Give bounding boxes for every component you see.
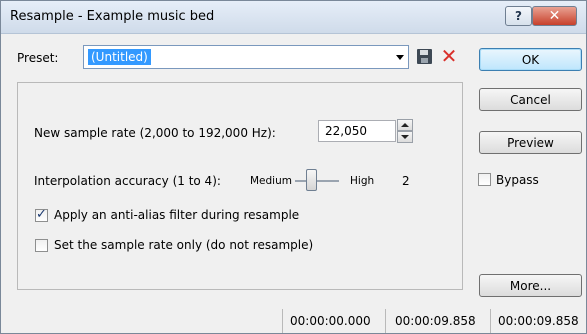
- delete-icon[interactable]: ✕: [439, 45, 459, 67]
- rate-only-checkbox[interactable]: [35, 239, 48, 252]
- interpolation-min-label: Medium: [250, 175, 292, 187]
- title-bar[interactable]: Resample - Example music bed ? ✕: [1, 1, 586, 34]
- more-button[interactable]: More...: [479, 274, 582, 297]
- interpolation-value: 2: [402, 174, 410, 188]
- bypass-checkbox[interactable]: [478, 173, 491, 186]
- status-divider: [490, 309, 491, 333]
- help-button[interactable]: ?: [505, 6, 532, 26]
- save-icon[interactable]: [417, 49, 432, 64]
- preview-button[interactable]: Preview: [479, 131, 582, 154]
- status-end-time: 00:00:09.858: [395, 314, 476, 328]
- resample-dialog: Resample - Example music bed ? ✕ Preset:…: [0, 0, 587, 334]
- interpolation-slider-thumb[interactable]: [306, 169, 317, 191]
- sample-rate-input[interactable]: 22,050: [318, 120, 396, 142]
- preset-dropdown[interactable]: (Untitled): [83, 45, 409, 69]
- ok-button[interactable]: OK: [479, 48, 582, 71]
- anti-alias-checkbox[interactable]: [35, 207, 48, 222]
- chevron-down-icon[interactable]: [396, 55, 404, 60]
- interpolation-slider-track[interactable]: [295, 180, 339, 182]
- spin-down-icon[interactable]: [397, 131, 413, 143]
- preset-label: Preset:: [17, 51, 59, 65]
- status-start-time: 00:00:00.000: [290, 314, 371, 328]
- spin-up-icon[interactable]: [397, 119, 413, 131]
- status-length: 00:00:09.858: [498, 314, 579, 328]
- bypass-label[interactable]: Bypass: [496, 173, 539, 187]
- rate-only-label[interactable]: Set the sample rate only (do not resampl…: [54, 238, 313, 252]
- help-icon: ?: [515, 9, 522, 23]
- status-divider: [282, 309, 283, 333]
- status-divider: [385, 309, 386, 333]
- anti-alias-label[interactable]: Apply an anti-alias filter during resamp…: [54, 208, 299, 222]
- close-button[interactable]: ✕: [532, 6, 577, 26]
- cancel-button[interactable]: Cancel: [479, 88, 582, 111]
- sample-rate-value: 22,050: [325, 124, 367, 138]
- window-title: Resample - Example music bed: [10, 9, 215, 24]
- close-icon: ✕: [548, 8, 561, 24]
- sample-rate-label: New sample rate (2,000 to 192,000 Hz):: [34, 126, 276, 140]
- interpolation-max-label: High: [350, 175, 375, 187]
- interpolation-label: Interpolation accuracy (1 to 4):: [34, 174, 221, 188]
- preset-value[interactable]: (Untitled): [88, 49, 151, 65]
- sample-rate-spinner[interactable]: [397, 119, 413, 143]
